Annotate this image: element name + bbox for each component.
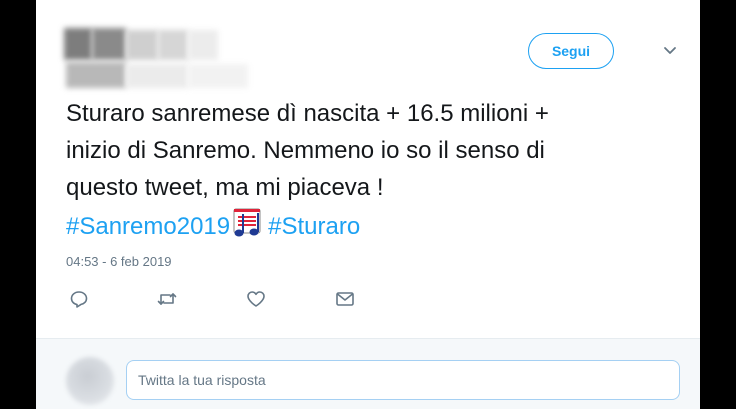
hashtag-link[interactable]: #Sturaro [268, 213, 360, 240]
tweet-text-line: inizio di Sanremo. Nemmeno io so il sens… [66, 137, 545, 164]
tweet-timestamp[interactable]: 04:53 - 6 feb 2019 [66, 254, 172, 269]
retweet-icon[interactable] [156, 288, 178, 310]
tweet-text-line: questo tweet, ma mi piaceva ! [66, 174, 384, 201]
tweet-text-line: Sturaro sanremese dì nascita + 16.5 mili… [66, 100, 549, 127]
like-icon[interactable] [245, 288, 267, 310]
message-icon[interactable] [334, 288, 356, 310]
follow-button[interactable]: Segui [528, 33, 614, 69]
reply-icon[interactable] [68, 288, 90, 310]
reply-input[interactable]: Twitta la tua risposta [126, 360, 680, 400]
tweet-text: Sturaro sanremese dì nascita + 16.5 mili… [66, 95, 686, 245]
reply-area: Twitta la tua risposta [36, 338, 700, 409]
blurred-user-header [64, 28, 250, 90]
chevron-down-icon[interactable] [662, 42, 678, 58]
tweet-card: Segui Sturaro sanremese dì nascita + 16.… [36, 0, 700, 409]
hashtag-link[interactable]: #Sanremo2019 [66, 213, 230, 240]
avatar [66, 357, 114, 405]
hashtag-line: #Sanremo2019 #Sturaro [66, 206, 686, 245]
musical-score-icon [233, 208, 261, 237]
